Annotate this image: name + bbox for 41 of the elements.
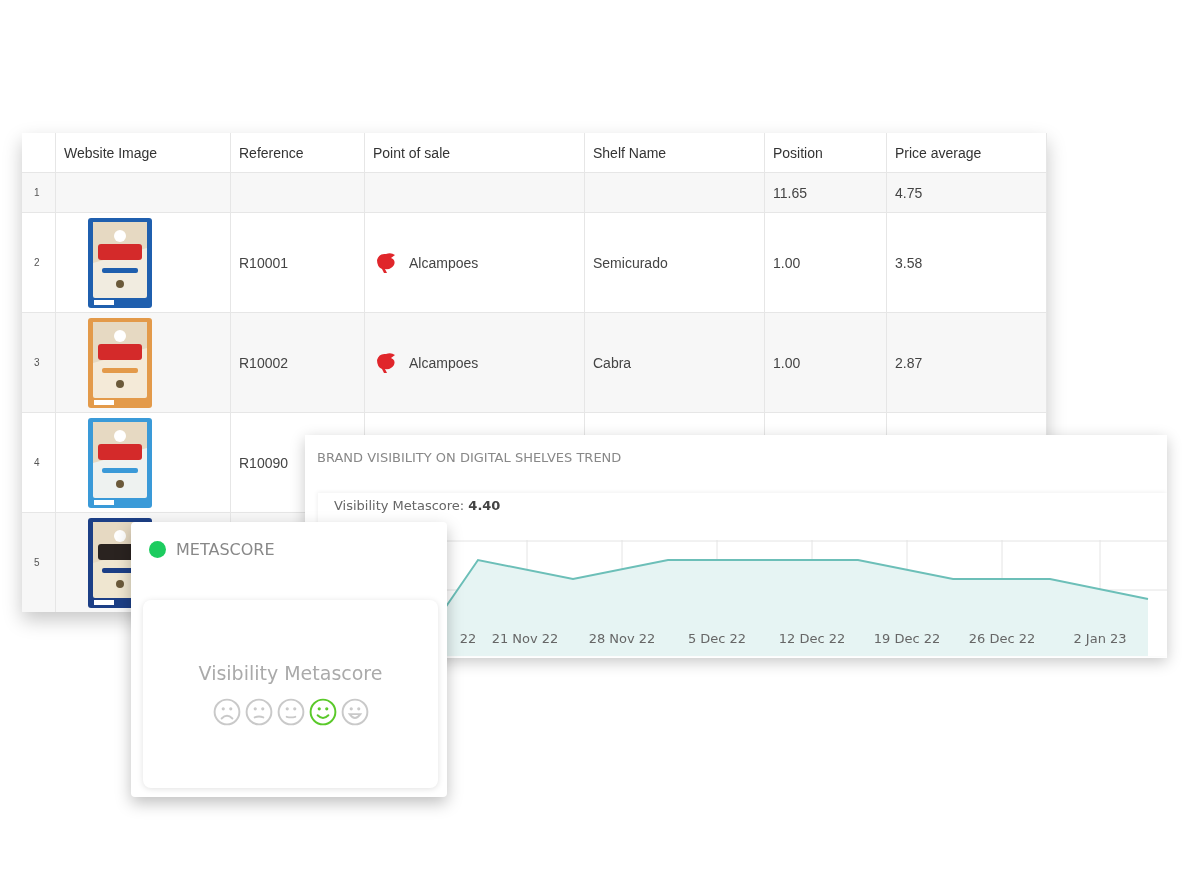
table-cell: R10090 [239,454,289,471]
table-cell: Alcampoes [409,254,479,271]
table-cell: 3.58 [895,254,923,271]
card-title: BRAND VISIBILITY ON DIGITAL SHELVES TREND [316,449,623,467]
table-cell: 1.00 [773,254,801,271]
table-cell: 2.87 [895,354,923,371]
table-cell: 4.75 [895,184,923,201]
score-label: Visibility Metascore [198,662,383,684]
row-number: 1 [34,187,40,198]
axis-label: 19 Dec 22 [873,631,941,646]
column-header[interactable]: Price average [887,133,1047,172]
column-header[interactable]: Reference [231,133,365,172]
face-icon[interactable] [308,698,337,726]
face-icon[interactable] [276,698,305,726]
column-header[interactable]: Position [765,133,887,172]
card-title: METASCORE [176,540,275,559]
table-cell: 1.00 [773,354,801,371]
table-cell: R10002 [239,354,289,371]
row-number: 4 [34,457,40,468]
axis-label: 12 Dec 22 [778,631,846,646]
row-number: 3 [34,357,40,368]
axis-label: 26 Dec 22 [968,631,1036,646]
axis-label: 5 Dec 22 [687,631,747,646]
row-number: 5 [34,557,40,568]
axis-label: 2 Jan 23 [1073,631,1127,646]
column-header[interactable]: Point of sale [365,133,585,172]
table-cell: Cabra [593,354,632,371]
face-icon[interactable] [340,698,369,726]
table-cell: Alcampoes [409,354,479,371]
table-cell: R10001 [239,254,289,271]
face-icon[interactable] [212,698,241,726]
table-cell: 11.65 [773,184,807,201]
axis-label: 22 [459,631,477,646]
score-label: Visibility Metascore: 4.40 [333,497,502,515]
column-header[interactable]: Shelf Name [585,133,765,172]
face-icon[interactable] [244,698,273,726]
row-number: 2 [34,257,40,268]
table-cell: Semicurado [593,254,668,271]
axis-label: 21 Nov 22 [491,631,559,646]
column-header[interactable]: Website Image [56,133,231,172]
axis-label: 28 Nov 22 [588,631,656,646]
